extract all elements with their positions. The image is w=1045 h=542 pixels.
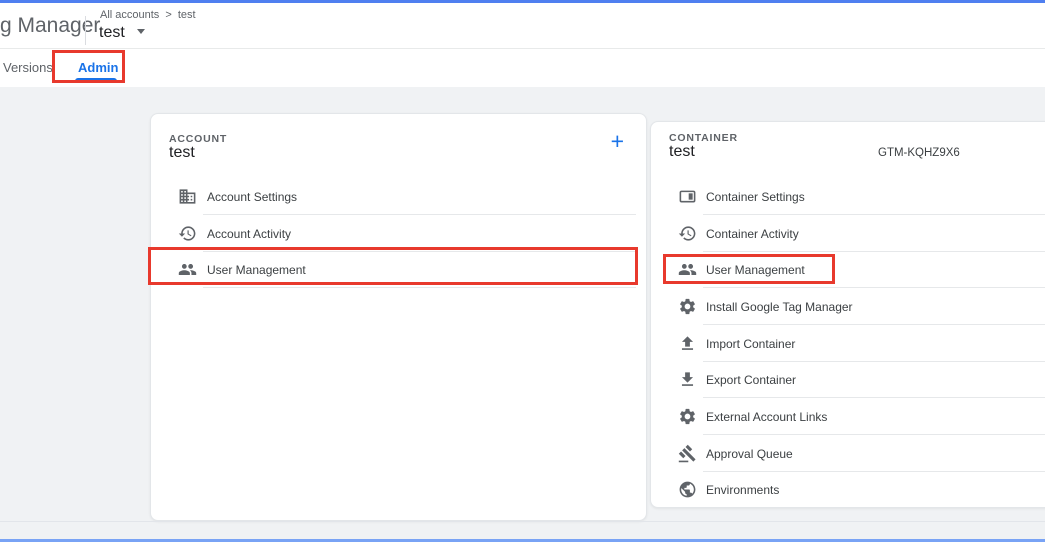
tab-versions[interactable]: Versions (3, 60, 53, 75)
menu-item-account-activity[interactable]: Account Activity (151, 215, 646, 252)
breadcrumb-all-accounts[interactable]: All accounts (100, 9, 159, 21)
menu-item-install-gtm[interactable]: Install Google Tag Manager (651, 288, 1045, 325)
account-selector-value: test (99, 24, 125, 41)
menu-item-import-container[interactable]: Import Container (651, 325, 1045, 362)
menu-item-label: Environments (706, 483, 779, 497)
menu-item-label: Export Container (706, 373, 796, 387)
breadcrumb: All accounts > test (100, 9, 196, 21)
download-icon (678, 370, 697, 389)
menu-item-user-management-container[interactable]: User Management (651, 251, 1045, 288)
add-account-button[interactable]: + (611, 130, 624, 152)
menu-item-label: Account Settings (207, 190, 297, 204)
globe-icon (678, 480, 697, 499)
menu-item-label: Approval Queue (706, 447, 793, 461)
active-tab-underline (75, 78, 117, 81)
menu-item-user-management-account[interactable]: User Management (151, 251, 646, 288)
menu-item-external-account-links[interactable]: External Account Links (651, 398, 1045, 435)
menu-item-label: External Account Links (706, 410, 827, 424)
gear-icon (678, 407, 697, 426)
container-panel: CONTAINER test GTM-KQHZ9X6 Container Set… (650, 121, 1045, 508)
app-header: g Manager All accounts > test test (0, 3, 1045, 48)
account-panel: ACCOUNT test + Account Settings Account … (150, 113, 647, 521)
history-icon (678, 224, 697, 243)
footer-divider (0, 521, 1045, 522)
container-id: GTM-KQHZ9X6 (878, 147, 960, 159)
menu-item-label: User Management (706, 263, 805, 277)
people-icon (178, 260, 197, 279)
dropdown-caret-icon (137, 29, 145, 34)
menu-item-label: Import Container (706, 337, 795, 351)
menu-item-export-container[interactable]: Export Container (651, 361, 1045, 398)
menu-item-approval-queue[interactable]: Approval Queue (651, 435, 1045, 472)
menu-item-label: Install Google Tag Manager (706, 300, 853, 314)
gavel-icon (678, 444, 697, 463)
menu-item-label: User Management (207, 263, 306, 277)
menu-item-label: Account Activity (207, 227, 291, 241)
menu-item-account-settings[interactable]: Account Settings (151, 178, 646, 215)
admin-content: ACCOUNT test + Account Settings Account … (0, 87, 1045, 542)
business-icon (178, 187, 197, 206)
tab-admin[interactable]: Admin (78, 60, 118, 75)
gtm-admin-screen: g Manager All accounts > test test Versi… (0, 0, 1045, 542)
account-name: test (169, 144, 195, 162)
history-icon (178, 224, 197, 243)
menu-item-label: Container Activity (706, 227, 799, 241)
header-divider (85, 16, 86, 45)
container-frame-icon (678, 187, 697, 206)
menu-item-label: Container Settings (706, 190, 805, 204)
menu-item-container-activity[interactable]: Container Activity (651, 215, 1045, 252)
container-name: test (669, 143, 695, 161)
row-divider (203, 287, 636, 288)
menu-item-environments[interactable]: Environments (651, 471, 1045, 508)
menu-item-container-settings[interactable]: Container Settings (651, 178, 1045, 215)
breadcrumb-separator: > (165, 9, 171, 21)
breadcrumb-current: test (178, 9, 196, 21)
people-icon (678, 260, 697, 279)
account-selector[interactable]: test (99, 24, 145, 42)
gear-icon (678, 297, 697, 316)
tab-bar: Versions Admin (0, 48, 1045, 87)
add-icon: + (611, 128, 624, 154)
upload-icon (678, 334, 697, 353)
